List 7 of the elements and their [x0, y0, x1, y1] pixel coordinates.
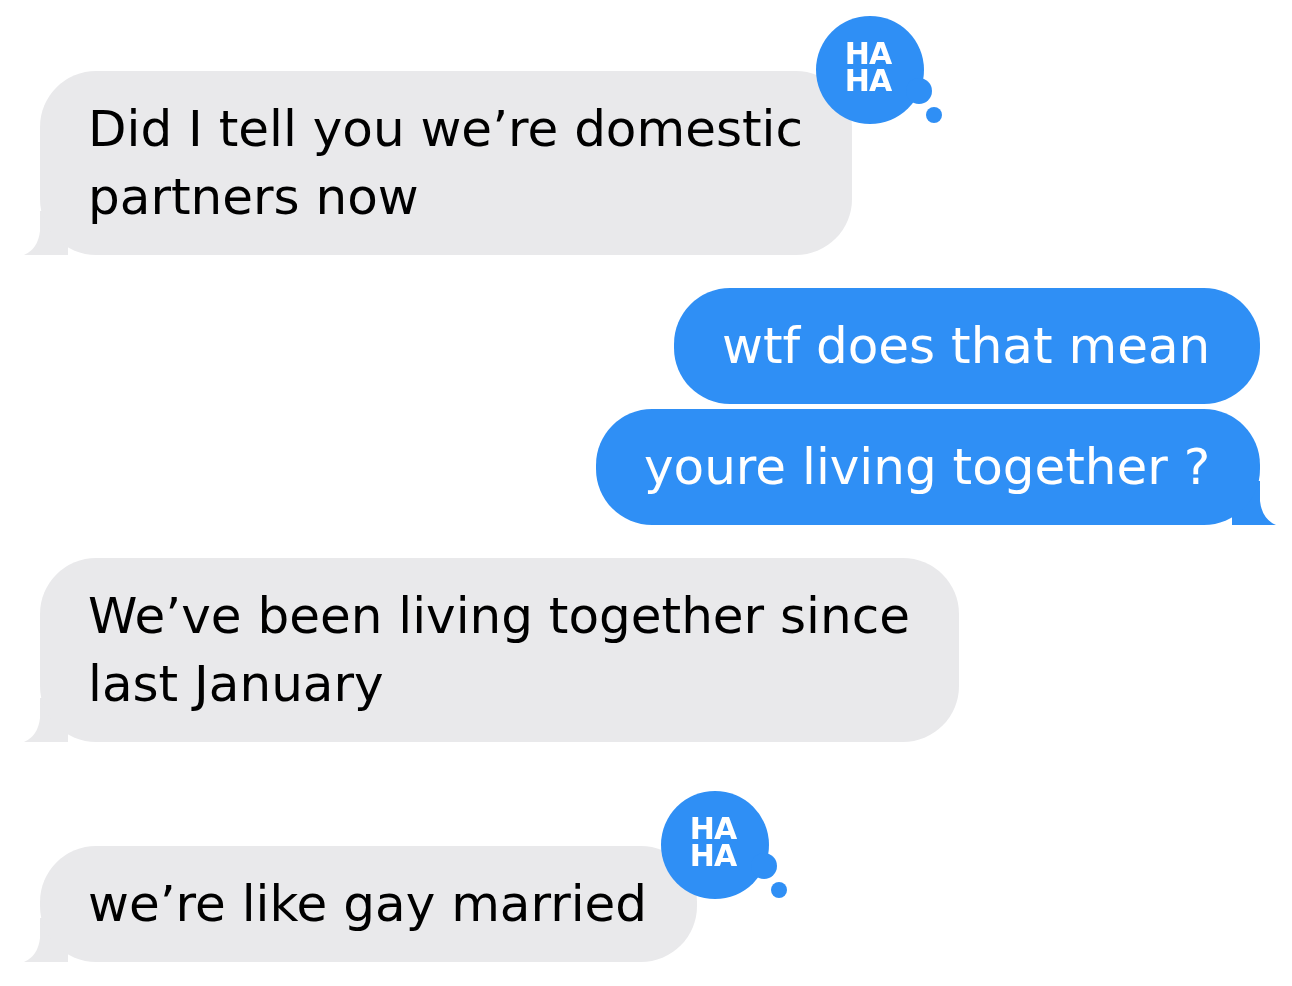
message-text: youre living together ? [644, 438, 1211, 496]
haha-reaction: HA HA [661, 791, 769, 899]
haha-reaction: HA HA [816, 16, 924, 124]
message-text: We’ve been living together since last January [88, 587, 910, 713]
message-text: we’re like gay married [88, 875, 648, 933]
message-text: Did I tell you we’re domestic partners now [88, 100, 803, 226]
message-text: wtf does that mean [722, 317, 1211, 375]
